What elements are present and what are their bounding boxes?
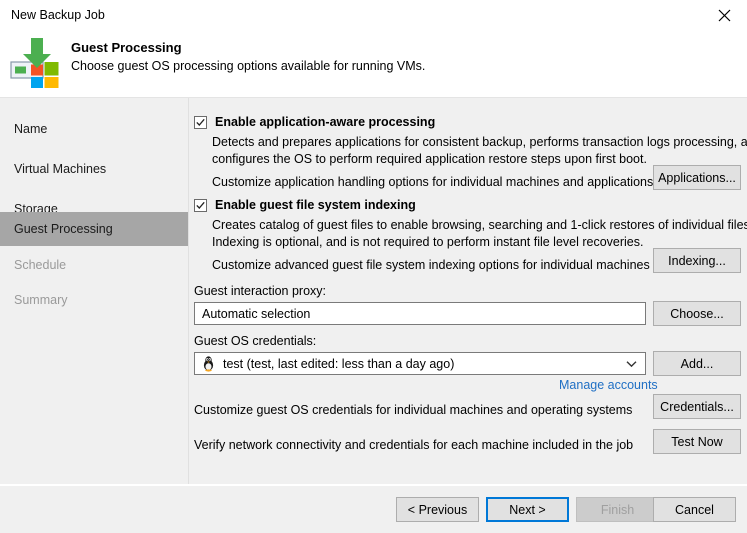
wizard-steps-sidebar: Name Virtual Machines Storage Guest Proc… — [0, 98, 188, 484]
main-content-panel: Enable application-aware processing Dete… — [189, 98, 747, 484]
windows-guest-processing-icon — [9, 35, 65, 91]
indexing-desc-line-1: Creates catalog of guest files to enable… — [212, 218, 747, 232]
cancel-button[interactable]: Cancel — [653, 497, 736, 522]
sidebar-item-label: Guest Processing — [14, 222, 113, 236]
previous-button[interactable]: < Previous — [396, 497, 479, 522]
indexing-customize-text: Customize advanced guest file system ind… — [212, 258, 650, 272]
page-subtitle: Choose guest OS processing options avail… — [71, 59, 426, 73]
chevron-down-icon[interactable] — [626, 360, 637, 367]
title-bar: New Backup Job — [0, 0, 747, 31]
sidebar-item-label: Name — [14, 122, 48, 136]
next-button[interactable]: Next > — [486, 497, 569, 522]
page-title: Guest Processing — [71, 40, 182, 55]
linux-penguin-icon — [200, 355, 217, 372]
sidebar-item-label: Virtual Machines — [14, 162, 107, 176]
manage-accounts-link[interactable]: Manage accounts — [559, 378, 658, 392]
checkmark-icon — [196, 201, 205, 209]
sidebar-item-name[interactable]: Name — [0, 112, 188, 146]
window-title: New Backup Job — [11, 8, 105, 22]
sidebar-item-virtual-machines[interactable]: Virtual Machines — [0, 152, 188, 186]
sidebar-item-schedule: Schedule — [0, 248, 188, 282]
applications-button[interactable]: Applications... — [653, 165, 741, 190]
guest-os-credentials-value: test (test, last edited: less than a day… — [223, 356, 455, 371]
indexing-button[interactable]: Indexing... — [653, 248, 741, 273]
app-aware-customize-text: Customize application handling options f… — [212, 175, 654, 189]
checkbox-label: Enable guest file system indexing — [215, 198, 416, 212]
enable-application-aware-processing-checkbox[interactable]: Enable application-aware processing — [194, 115, 435, 129]
test-now-button[interactable]: Test Now — [653, 429, 741, 454]
guest-interaction-proxy-label: Guest interaction proxy: — [194, 284, 327, 298]
add-credentials-button[interactable]: Add... — [653, 351, 741, 376]
choose-proxy-button[interactable]: Choose... — [653, 301, 741, 326]
guest-os-credentials-select[interactable]: test (test, last edited: less than a day… — [194, 352, 646, 375]
checkmark-icon — [196, 118, 205, 126]
indexing-desc-line-2: Indexing is optional, and is not require… — [212, 235, 644, 249]
verify-connectivity-text: Verify network connectivity and credenti… — [194, 438, 634, 452]
sidebar-item-label: Schedule — [14, 258, 67, 272]
guest-os-credentials-label: Guest OS credentials: — [194, 334, 317, 348]
finish-button: Finish — [576, 497, 659, 522]
checkbox-box — [194, 116, 207, 129]
enable-guest-file-system-indexing-checkbox[interactable]: Enable guest file system indexing — [194, 198, 416, 212]
sidebar-item-label: Summary — [14, 293, 68, 307]
sidebar-item-guest-processing[interactable]: Guest Processing — [0, 212, 188, 246]
sidebar-item-summary: Summary — [0, 283, 188, 317]
checkbox-label: Enable application-aware processing — [215, 115, 436, 129]
wizard-header: Guest Processing Choose guest OS process… — [0, 31, 747, 98]
guest-interaction-proxy-input[interactable]: Automatic selection — [194, 302, 646, 325]
credentials-button[interactable]: Credentials... — [653, 394, 741, 419]
close-icon — [718, 9, 730, 22]
app-aware-desc-line-2: configures the OS to perform required ap… — [212, 152, 647, 166]
close-button[interactable] — [701, 0, 747, 31]
app-aware-desc-line-1: Detects and prepares applications for co… — [212, 135, 747, 149]
checkbox-box — [194, 199, 207, 212]
customize-credentials-text: Customize guest OS credentials for indiv… — [194, 403, 633, 417]
wizard-footer: < Previous Next > Finish Cancel — [0, 486, 747, 533]
